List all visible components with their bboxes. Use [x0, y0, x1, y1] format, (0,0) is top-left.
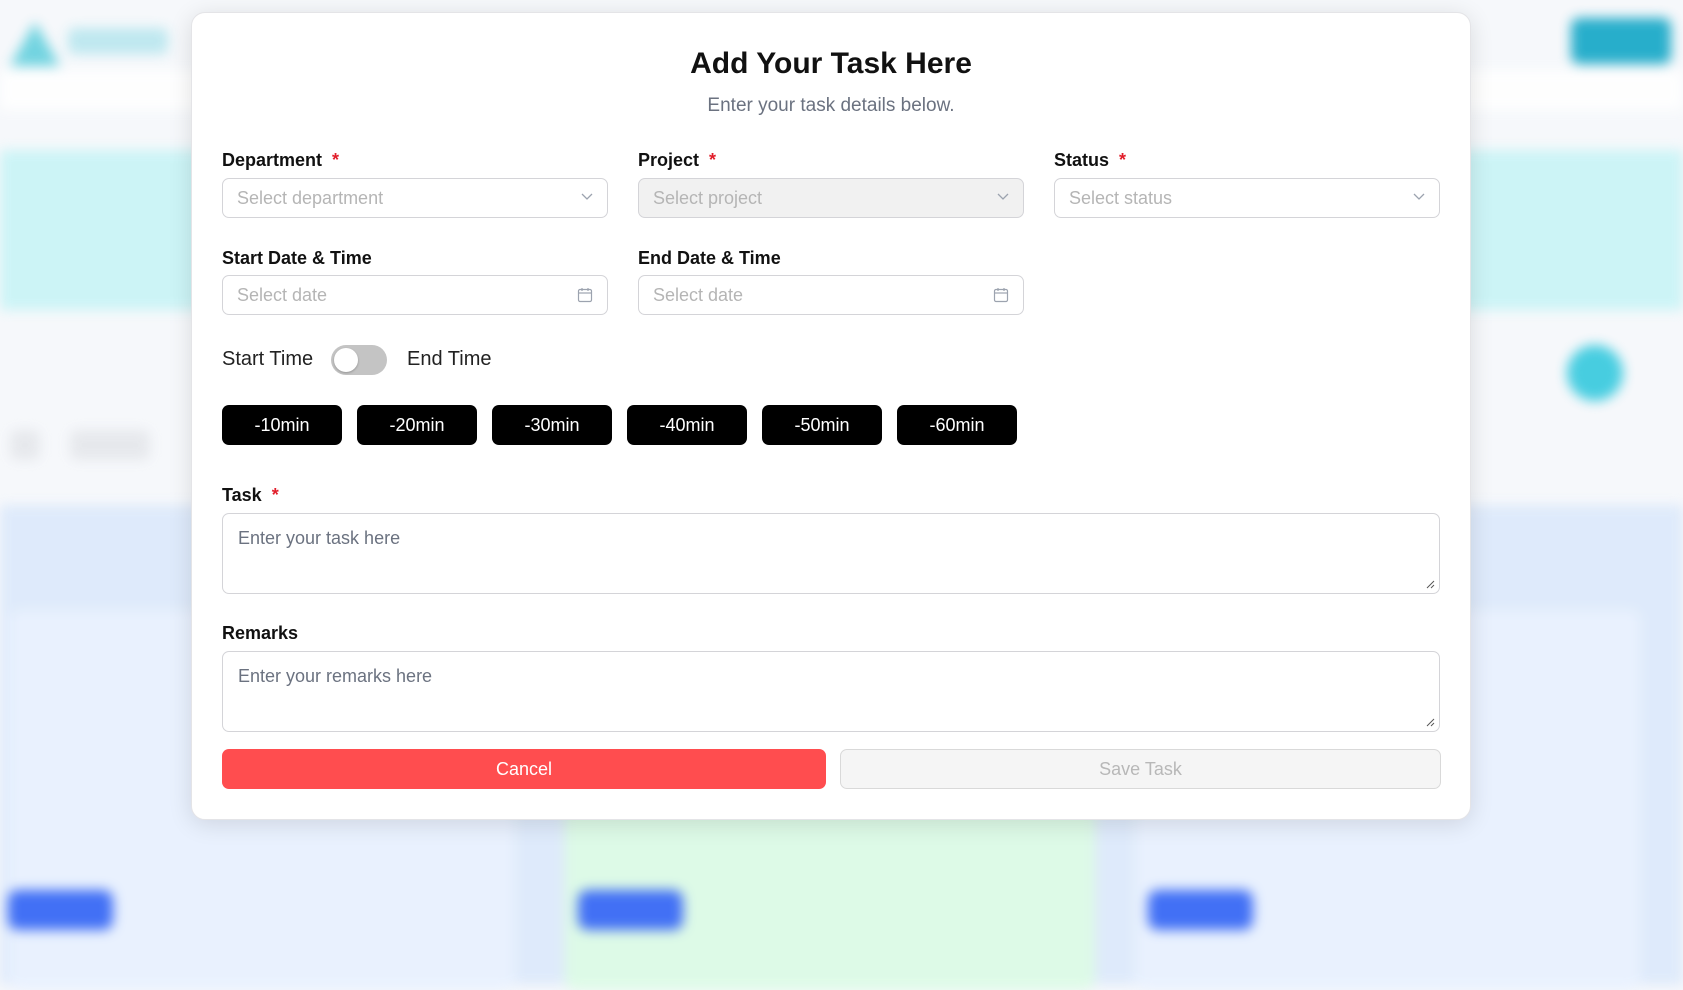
department-label: Department *: [222, 150, 339, 171]
card-button: [8, 890, 113, 930]
card-button: [578, 890, 683, 930]
calendar-icon: [577, 288, 593, 303]
minus-50min-button[interactable]: -50min: [762, 405, 882, 445]
start-time-label: Start Time: [222, 348, 314, 370]
modal-title: Add Your Task Here: [690, 47, 972, 80]
chevron-down-icon: [1413, 193, 1425, 200]
end-datetime-label: End Date & Time: [638, 248, 781, 268]
calendar-icon: [993, 288, 1009, 303]
resize-handle-icon[interactable]: [1425, 717, 1435, 727]
remarks-placeholder: Enter your remarks here: [238, 666, 433, 686]
required-mark: *: [271, 485, 279, 505]
add-task-modal: Add Your Task Here Enter your task detai…: [191, 12, 1471, 820]
time-mode-toggle[interactable]: [331, 345, 387, 375]
department-select[interactable]: Select department: [222, 178, 608, 218]
minus-30min-button[interactable]: -30min: [492, 405, 612, 445]
project-label: Project *: [638, 150, 716, 171]
required-mark: *: [709, 150, 717, 170]
start-date-picker[interactable]: Select date: [222, 275, 608, 315]
filter-pill: [70, 430, 150, 460]
app-logo: [6, 18, 176, 68]
department-placeholder: Select department: [237, 187, 384, 208]
toggle-knob: [334, 348, 358, 372]
end-date-picker[interactable]: Select date: [638, 275, 1024, 315]
modal-subtitle: Enter your task details below.: [707, 95, 955, 116]
header-button: [1571, 18, 1671, 64]
minus-10min-button[interactable]: -10min: [222, 405, 342, 445]
department-label-text: Department: [222, 150, 323, 170]
task-textarea[interactable]: Enter your task here: [222, 513, 1440, 594]
end-date-placeholder: Select date: [653, 284, 744, 305]
status-label: Status *: [1054, 150, 1126, 171]
chevron-down-icon: [997, 193, 1009, 200]
filter-pill: [10, 430, 40, 460]
status-label-text: Status: [1054, 150, 1110, 170]
cancel-button[interactable]: Cancel: [222, 749, 826, 789]
start-date-placeholder: Select date: [237, 284, 328, 305]
project-select[interactable]: Select project: [638, 178, 1024, 218]
remarks-textarea[interactable]: Enter your remarks here: [222, 651, 1440, 732]
minus-60min-button[interactable]: -60min: [897, 405, 1017, 445]
project-placeholder: Select project: [653, 187, 763, 208]
minus-40min-button[interactable]: -40min: [627, 405, 747, 445]
status-select[interactable]: Select status: [1054, 178, 1440, 218]
floating-button: [1567, 345, 1623, 401]
card-button: [1148, 890, 1253, 930]
required-mark: *: [1119, 150, 1127, 170]
save-task-button[interactable]: Save Task: [840, 749, 1441, 789]
minus-20min-button[interactable]: -20min: [357, 405, 477, 445]
chevron-down-icon: [581, 193, 593, 200]
start-datetime-label: Start Date & Time: [222, 248, 372, 268]
resize-handle-icon[interactable]: [1425, 579, 1435, 589]
task-placeholder: Enter your task here: [238, 528, 401, 548]
remarks-label: Remarks: [222, 623, 299, 643]
task-label-text: Task: [222, 485, 262, 505]
project-label-text: Project: [638, 150, 700, 170]
required-mark: *: [332, 150, 340, 170]
task-label: Task *: [222, 485, 279, 506]
end-time-label: End Time: [407, 348, 492, 370]
status-placeholder: Select status: [1069, 187, 1173, 208]
